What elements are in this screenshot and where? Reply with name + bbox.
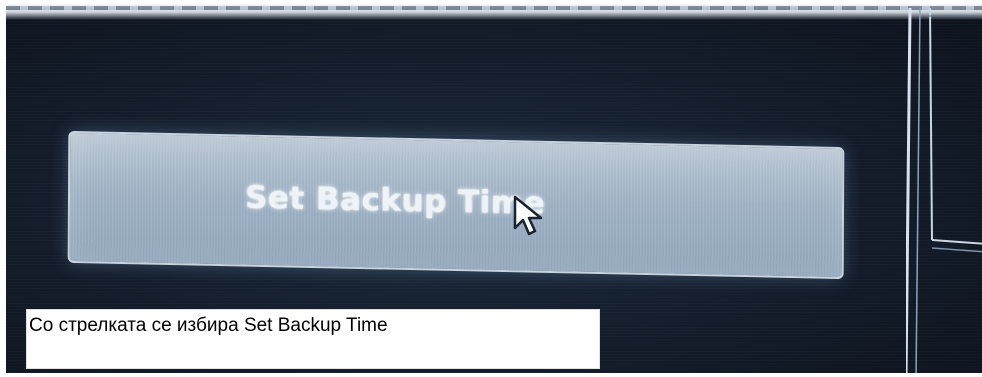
top-glare-line xyxy=(6,6,982,10)
screenshot-frame: Set Backup Time Со стрелката се избира S… xyxy=(0,0,982,377)
set-backup-time-button[interactable]: Set Backup Time xyxy=(67,130,845,280)
caption-text: Со стрелката се избира Set Backup Time xyxy=(29,315,388,336)
side-panel-border xyxy=(906,8,982,373)
caption-box: Со стрелката се избира Set Backup Time xyxy=(26,309,600,369)
set-backup-time-label: Set Backup Time xyxy=(244,179,546,222)
mouse-cursor-icon xyxy=(513,195,543,236)
